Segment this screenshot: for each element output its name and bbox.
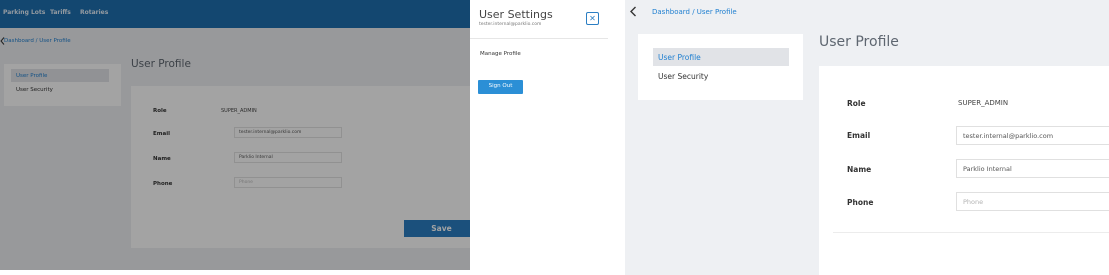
phone-field[interactable]: Phone — [956, 192, 1109, 211]
form-divider — [833, 232, 1109, 233]
drawer-user-email: tester.internal@parklio.com — [479, 22, 542, 27]
drawer-divider — [470, 38, 608, 39]
user-profile-view: Dashboard / User Profile User Profile Us… — [625, 0, 1109, 275]
profile-card: Role SUPER_ADMIN Email tester.internal@p… — [819, 66, 1109, 275]
breadcrumb[interactable]: Dashboard / User Profile — [652, 8, 737, 16]
close-icon[interactable]: ✕ — [586, 12, 599, 25]
page-title: User Profile — [819, 34, 899, 50]
role-label: Role — [847, 99, 866, 108]
modal-overlay[interactable] — [0, 0, 470, 270]
user-settings-drawer: User Settings tester.internal@parklio.co… — [470, 0, 608, 270]
settings-drawer-view: Parking Lots Tariffs Rotaries Dashboard … — [0, 0, 608, 270]
phone-label: Phone — [847, 198, 874, 207]
manage-profile-link[interactable]: Manage Profile — [480, 51, 521, 57]
screenshot-root: Parking Lots Tariffs Rotaries Dashboard … — [0, 0, 1109, 275]
sidebar: User Profile User Security — [638, 34, 803, 100]
role-value: SUPER_ADMIN — [958, 99, 1009, 107]
email-field[interactable]: tester.internal@parklio.com — [956, 126, 1109, 145]
sidebar-item-user-profile[interactable]: User Profile — [653, 48, 789, 66]
drawer-title: User Settings — [479, 8, 553, 21]
name-label: Name — [847, 165, 872, 174]
sidebar-item-user-security[interactable]: User Security — [653, 67, 789, 85]
chevron-left-icon[interactable] — [629, 6, 637, 17]
email-label: Email — [847, 131, 871, 140]
sign-out-button[interactable]: Sign Out — [478, 80, 523, 94]
name-field[interactable]: Parklio Internal — [956, 159, 1109, 178]
